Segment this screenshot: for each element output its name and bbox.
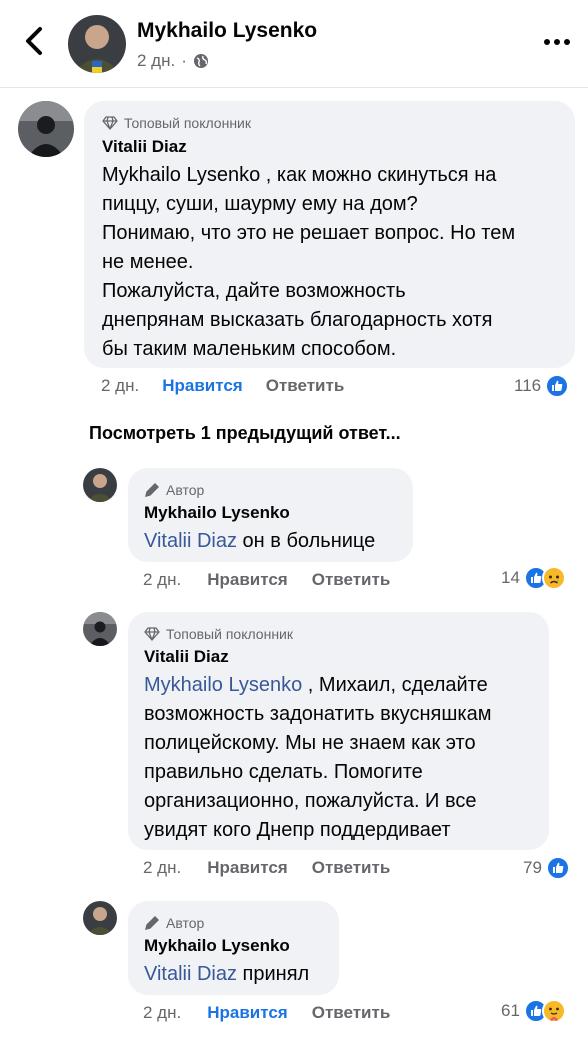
like-button[interactable]: Нравится (207, 1003, 288, 1023)
author-badge: Автор (144, 482, 204, 498)
reply-button[interactable]: Ответить (312, 1003, 391, 1023)
reply-button[interactable]: Ответить (312, 570, 391, 590)
reaction-summary[interactable]: 61 (501, 999, 566, 1023)
badge-label: Топовый поклонник (124, 115, 251, 131)
globe-icon (193, 54, 208, 68)
pen-icon (145, 916, 159, 930)
badge-label: Топовый поклонник (166, 626, 293, 642)
reaction-count: 116 (514, 376, 542, 395)
comment-text: Vitalii Diaz принял (144, 960, 309, 989)
comment-body: принял (237, 963, 310, 985)
comment-time[interactable]: 2 дн. (143, 1003, 181, 1023)
top-fan-badge: Топовый поклонник (144, 626, 293, 642)
comment-body: он в больнице (237, 530, 376, 552)
comment-time[interactable]: 2 дн. (143, 570, 181, 590)
reply-button[interactable]: Ответить (312, 858, 391, 878)
reaction-count: 79 (523, 858, 542, 877)
like-button[interactable]: Нравится (207, 570, 288, 590)
comment-author[interactable]: Vitalii Diaz (102, 137, 187, 157)
comment-line: правильно сделать. Помогите (144, 761, 423, 783)
commenter-avatar[interactable] (18, 101, 74, 157)
care-reaction-icon (541, 999, 566, 1023)
comment-author[interactable]: Mykhailo Lysenko (144, 503, 290, 523)
comment-actions: 2 дн. Нравится Ответить (101, 376, 344, 396)
pen-icon (145, 483, 159, 497)
comment-actions: 2 дн. Нравится Ответить (143, 858, 390, 878)
post-header: Mykhailo Lysenko 2 дн. · (0, 0, 588, 88)
like-button[interactable]: Нравится (207, 858, 288, 878)
back-button[interactable] (20, 24, 50, 58)
comment-line: Mykhailo Lysenko , как можно скинуться н… (102, 164, 497, 186)
comment-bubble: Автор Mykhailo Lysenko Vitalii Diaz он в… (128, 468, 413, 562)
comment-line: днепрянам высказать благодарность хотя (102, 309, 493, 331)
comment-line: , Михаил, сделайте (302, 674, 488, 696)
author-avatar[interactable] (83, 468, 117, 502)
comment-time[interactable]: 2 дн. (101, 376, 139, 396)
reaction-count: 61 (501, 1001, 520, 1020)
comment-time[interactable]: 2 дн. (143, 858, 181, 878)
reaction-count: 14 (501, 568, 520, 587)
reaction-summary[interactable]: 14 (501, 566, 566, 590)
comment-text: Mykhailo Lysenko , как можно скинуться н… (102, 161, 515, 364)
author-badge: Автор (144, 915, 204, 931)
comment-text: Mykhailo Lysenko , Михаил, сделайте возм… (144, 671, 491, 845)
mention-link[interactable]: Vitalii Diaz (144, 530, 237, 552)
page-title[interactable]: Mykhailo Lysenko (137, 19, 317, 43)
more-button[interactable] (542, 30, 572, 54)
reaction-summary[interactable]: 116 (514, 374, 570, 398)
reaction-summary[interactable]: 79 (523, 856, 570, 880)
commenter-avatar[interactable] (83, 612, 117, 646)
author-avatar[interactable] (68, 15, 126, 73)
like-reaction-icon (545, 856, 570, 880)
see-previous-replies[interactable]: Посмотреть 1 предыдущий ответ... (89, 423, 401, 444)
comment-line: увидят кого Днепр поддердивает (144, 819, 451, 841)
mention-link[interactable]: Vitalii Diaz (144, 963, 237, 985)
reply-button[interactable]: Ответить (266, 376, 345, 396)
comment-actions: 2 дн. Нравится Ответить (143, 1003, 390, 1023)
author-avatar[interactable] (83, 901, 117, 935)
post-time[interactable]: 2 дн. (137, 51, 175, 71)
top-fan-badge: Топовый поклонник (102, 115, 251, 131)
like-reaction-icon (545, 374, 570, 398)
badge-label: Автор (166, 482, 205, 498)
sad-reaction-icon (541, 566, 566, 590)
more-horizontal-icon (544, 39, 570, 45)
comment-line: возможность задонатить вкусняшкам (144, 703, 492, 725)
comment-line: пиццу, суши, шаурму ему на дом? (102, 193, 418, 215)
comment-line: Понимаю, что это не решает вопрос. Но те… (102, 222, 516, 244)
comment-line: полицейскому. Мы не знаем как это (144, 732, 476, 754)
comment-actions: 2 дн. Нравится Ответить (143, 570, 390, 590)
comment-line: бы таким маленьким способом. (102, 338, 397, 360)
comment-bubble: Топовый поклонник Vitalii Diaz Mykhailo … (84, 101, 575, 368)
comment-line: не менее. (102, 251, 194, 273)
comment-author[interactable]: Vitalii Diaz (144, 647, 229, 667)
badge-label: Автор (166, 915, 205, 931)
like-button[interactable]: Нравится (162, 376, 243, 396)
comment-bubble: Автор Mykhailo Lysenko Vitalii Diaz прин… (128, 901, 339, 995)
comment-bubble: Топовый поклонник Vitalii Diaz Mykhailo … (128, 612, 549, 850)
comment-author[interactable]: Mykhailo Lysenko (144, 936, 290, 956)
meta-separator: · (181, 51, 187, 70)
comment-line: Пожалуйста, дайте возможность (102, 280, 406, 302)
mention-link[interactable]: Mykhailo Lysenko (144, 674, 302, 696)
chevron-left-icon (26, 27, 42, 55)
post-meta: 2 дн. · (137, 51, 209, 71)
comment-text: Vitalii Diaz он в больнице (144, 527, 375, 556)
diamond-icon (102, 116, 118, 130)
comment-line: организационно, пожалуйста. И все (144, 790, 477, 812)
diamond-icon (144, 627, 160, 641)
